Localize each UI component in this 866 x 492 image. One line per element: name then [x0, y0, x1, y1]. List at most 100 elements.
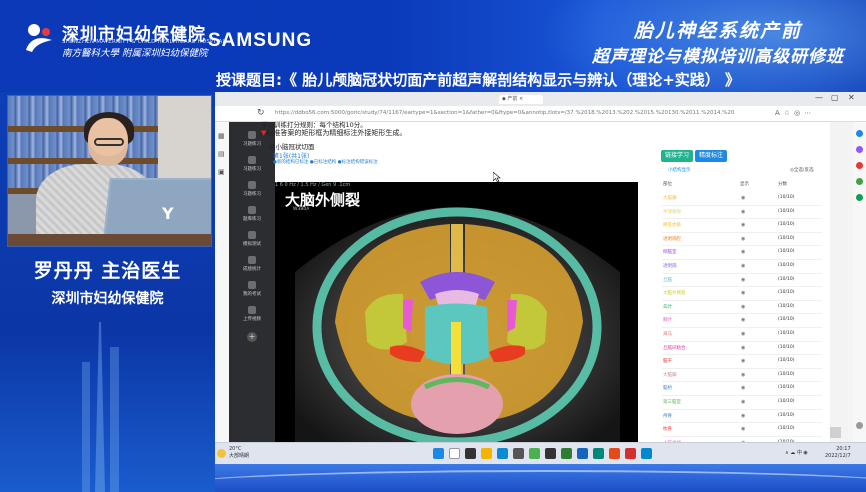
- app-icon[interactable]: [593, 448, 604, 459]
- visibility-icon[interactable]: ◉: [741, 317, 745, 323]
- structure-row[interactable]: 大脑外侧裂 ◉ (10/10): [662, 287, 822, 301]
- app-icon[interactable]: [577, 448, 588, 459]
- legend-links[interactable]: ●新的结构已标注 ●已标注结构 ●标注结构错误标注: [273, 159, 378, 165]
- close-icon[interactable]: ✕: [848, 93, 855, 102]
- sidebar-item-mock-test[interactable]: 模拟测试: [229, 231, 275, 247]
- refresh-icon[interactable]: ↻: [257, 108, 265, 118]
- search-icon[interactable]: [449, 448, 460, 459]
- sidebar-item-practice-3[interactable]: 习题练习: [229, 181, 275, 197]
- app-icon[interactable]: [625, 448, 636, 459]
- visibility-icon[interactable]: ◉: [741, 372, 745, 378]
- structure-row[interactable]: 透明隔 ◉ (10/10): [662, 260, 822, 274]
- edge-browser-icon[interactable]: [497, 448, 508, 459]
- structure-row[interactable]: 颞叶 ◉ (10/10): [662, 314, 822, 328]
- visibility-icon[interactable]: ◉: [741, 236, 745, 242]
- upload-icon: [248, 306, 256, 314]
- structure-name: 侧脑室: [663, 250, 677, 256]
- speaker-panel: Y 罗丹丹 主治医生 深圳市妇幼保健院: [0, 92, 215, 492]
- search-icon[interactable]: [856, 130, 863, 137]
- browser-tab[interactable]: ◆ 产前 ×: [499, 95, 543, 104]
- visibility-icon[interactable]: ◉: [741, 222, 745, 228]
- taskbar-clock[interactable]: 20:17 2022/12/7: [825, 446, 851, 460]
- structure-row[interactable]: 岛叶 ◉ (10/10): [662, 301, 822, 315]
- bank-icon: [248, 206, 256, 214]
- sidebar-item-upload[interactable]: 上传视频: [229, 306, 275, 322]
- practice-icon: [248, 131, 256, 139]
- sidebar-item-practice-2[interactable]: 习题练习: [229, 156, 275, 172]
- select-all-toggle[interactable]: ◎全选/反选: [790, 167, 813, 173]
- visibility-icon[interactable]: ◉: [741, 249, 745, 255]
- tools-icon[interactable]: [856, 162, 863, 169]
- structure-name: 丘脑间粘合: [663, 345, 686, 351]
- structure-row[interactable]: 枕骨 ◉ (10/10): [662, 423, 822, 437]
- visibility-icon[interactable]: ◉: [741, 331, 745, 337]
- sidebar-item-stats[interactable]: 成绩统计: [229, 256, 275, 272]
- edge-icon[interactable]: [641, 448, 652, 459]
- visibility-icon[interactable]: ◉: [741, 263, 745, 269]
- stats-icon: [248, 256, 256, 264]
- history-icon[interactable]: ▤: [218, 150, 229, 158]
- structure-row[interactable]: 半球裂隙 ◉ (10/10): [662, 206, 822, 220]
- structure-name: 颞叶: [663, 318, 672, 324]
- precision-mark-button[interactable]: 精度标注: [695, 150, 727, 162]
- weather-icon: [217, 449, 226, 458]
- add-icon[interactable]: +: [247, 332, 257, 342]
- structure-name: 丘脑: [663, 277, 672, 283]
- favorites-icon[interactable]: ▦: [218, 132, 229, 140]
- structure-name: 大脑镰: [663, 196, 677, 201]
- app-icon[interactable]: [545, 448, 556, 459]
- office-icon[interactable]: [856, 194, 863, 201]
- visibility-icon[interactable]: ◉: [741, 304, 745, 310]
- app-icon[interactable]: [561, 448, 572, 459]
- structure-name: 胼胝体膝: [663, 223, 681, 229]
- structure-row[interactable]: 第三脑室 ◉ (10/10): [662, 396, 822, 410]
- structure-row[interactable]: 胼胝体膝 ◉ (10/10): [662, 219, 822, 233]
- visibility-icon[interactable]: ◉: [741, 277, 745, 283]
- visibility-icon[interactable]: ◉: [741, 385, 745, 391]
- structure-score: (10/10): [778, 249, 795, 255]
- visibility-icon[interactable]: ◉: [741, 413, 745, 419]
- system-tray[interactable]: ∧ ☁ 中 ◉: [785, 449, 808, 456]
- task-view-icon[interactable]: [465, 448, 476, 459]
- visibility-icon[interactable]: ◉: [741, 345, 745, 351]
- visibility-icon[interactable]: ◉: [741, 195, 745, 201]
- collections-icon[interactable]: ▣: [218, 168, 229, 176]
- structure-score: (10/10): [778, 426, 795, 432]
- structure-row[interactable]: 海马 ◉ (10/10): [662, 328, 822, 342]
- structure-row[interactable]: 脑桥 ◉ (10/10): [662, 382, 822, 396]
- visibility-icon[interactable]: ◉: [741, 399, 745, 405]
- minimize-icon[interactable]: —: [815, 93, 823, 102]
- file-explorer-icon[interactable]: [481, 448, 492, 459]
- browser-extension-icons[interactable]: A☆◎⋯: [775, 109, 815, 117]
- structure-row[interactable]: 大脑脚 ◉ (10/10): [662, 369, 822, 383]
- structure-row[interactable]: 颅骨 ◉ (10/10): [662, 410, 822, 424]
- visibility-icon[interactable]: ◉: [741, 358, 745, 364]
- structure-row[interactable]: 脑干 ◉ (10/10): [662, 355, 822, 369]
- structure-display-toggle[interactable]: 小结构显示: [668, 167, 691, 173]
- visibility-icon[interactable]: ◉: [741, 290, 745, 296]
- powerpoint-icon[interactable]: [609, 448, 620, 459]
- url-field[interactable]: https://ddbo56.com:5000/goric/study/74/1…: [275, 110, 745, 116]
- structure-row[interactable]: 丘脑 ◉ (10/10): [662, 274, 822, 288]
- weather-widget[interactable]: 20°C 大部晴朗: [229, 446, 249, 460]
- app-icon[interactable]: [513, 448, 524, 459]
- visibility-icon[interactable]: ◉: [741, 426, 745, 432]
- structure-row[interactable]: 透明隔腔 ◉ (10/10): [662, 233, 822, 247]
- scroll-top-button[interactable]: [830, 427, 841, 438]
- link-learn-button[interactable]: 链接学习: [661, 150, 693, 162]
- sidebar-item-question-bank[interactable]: 题库练习: [229, 206, 275, 222]
- structure-score: (10/10): [778, 222, 795, 228]
- glasses-icon: [94, 138, 124, 146]
- settings-icon[interactable]: [856, 422, 863, 429]
- structure-row[interactable]: 大脑镰 ◉ (10/10): [662, 192, 822, 206]
- chrome-icon[interactable]: [529, 448, 540, 459]
- structure-row[interactable]: 丘脑间粘合 ◉ (10/10): [662, 342, 822, 356]
- shopping-icon[interactable]: [856, 146, 863, 153]
- sidebar-item-my-exam[interactable]: 我的考试: [229, 281, 275, 297]
- structure-row[interactable]: 侧脑室 ◉ (10/10): [662, 246, 822, 260]
- start-icon[interactable]: [433, 448, 444, 459]
- visibility-icon[interactable]: ◉: [741, 209, 745, 215]
- ultrasound-image[interactable]: 1 6 0 Hz / 1.5 Hz / Gen 9 .1cm 大脑外侧裂 W3B…: [275, 182, 638, 442]
- maximize-icon[interactable]: ▢: [831, 93, 839, 102]
- games-icon[interactable]: [856, 178, 863, 185]
